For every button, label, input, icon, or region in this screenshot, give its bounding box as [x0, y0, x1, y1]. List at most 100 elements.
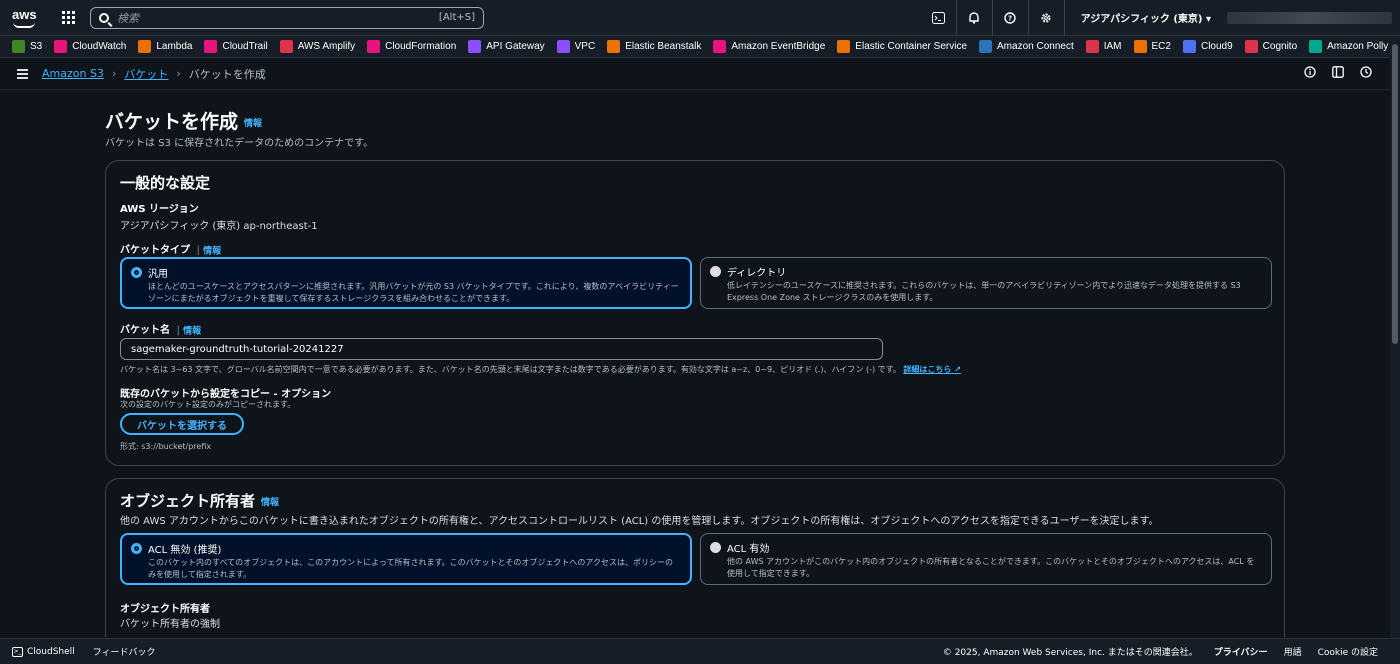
bucket-type-label: バケットタイプ | 情報: [120, 245, 222, 257]
chevron-right-icon: ›: [111, 67, 117, 80]
bucket-type-info-link[interactable]: 情報: [203, 247, 221, 257]
favorite-aws-amplify[interactable]: AWS Amplify: [279, 40, 356, 53]
service-icon: [556, 40, 570, 53]
page-title-text: バケットを作成: [105, 111, 239, 133]
favorite-elastic-container-service[interactable]: Elastic Container Service: [837, 40, 967, 53]
radio-selected[interactable]: [131, 267, 142, 278]
bucket-type-directory-option[interactable]: ディレクトリ 低レイテンシーのユースケースに推奨されます。これらのバケットは、単…: [700, 257, 1272, 309]
terms-link[interactable]: 用語: [1284, 645, 1302, 658]
cloudshell-button[interactable]: >_ CloudShell: [12, 646, 75, 657]
favorite-amazon-eventbridge[interactable]: Amazon EventBridge: [713, 40, 825, 53]
service-icon: [1244, 40, 1258, 53]
service-icon: [607, 40, 621, 53]
help-icon[interactable]: ?: [993, 0, 1029, 36]
object-ownership-heading-text: オブジェクト所有者: [120, 492, 256, 510]
settings-gear-icon[interactable]: [1029, 0, 1065, 36]
chevron-right-icon: ›: [176, 67, 181, 80]
favorite-label: Lambda: [156, 41, 193, 52]
service-icon: [1182, 40, 1196, 53]
favorite-api-gateway[interactable]: API Gateway: [468, 40, 545, 53]
bucket-name-label-text: バケット名: [120, 325, 170, 336]
favorite-cloudtrail[interactable]: CloudTrail: [204, 40, 268, 53]
cookie-settings-link[interactable]: Cookie の設定: [1318, 645, 1378, 658]
favorite-elastic-beanstalk[interactable]: Elastic Beanstalk: [607, 40, 701, 53]
favorite-cognito[interactable]: Cognito: [1244, 40, 1298, 53]
account-menu[interactable]: [1227, 11, 1392, 24]
aws-logo[interactable]: aws: [12, 7, 40, 29]
service-icon: [279, 40, 293, 53]
page-scrollbar[interactable]: [1390, 36, 1400, 638]
acl-enabled-option[interactable]: ACL 有効 他の AWS アカウントがこのバケット内のオブジェクトの所有者とな…: [700, 533, 1272, 585]
acl-enabled-title: ACL 有効: [727, 544, 770, 555]
bucket-name-input[interactable]: sagemaker-groundtruth-tutorial-20241227: [120, 338, 883, 360]
general-settings-panel: 一般的な設定 AWS リージョン アジアパシフィック (東京) ap-north…: [105, 160, 1285, 466]
bucket-name-info-link[interactable]: 情報: [183, 327, 201, 337]
external-link-icon: ↗: [954, 365, 961, 374]
object-owner-label: オブジェクト所有者: [120, 604, 210, 615]
menu-hamburger-icon[interactable]: [17, 67, 28, 81]
favorite-label: API Gateway: [486, 41, 545, 52]
favorite-ec2[interactable]: EC2: [1133, 40, 1171, 53]
favorite-amazon-connect[interactable]: Amazon Connect: [979, 40, 1074, 53]
side-panel-toggle-icon[interactable]: [1332, 66, 1344, 81]
favorite-label: CloudFormation: [385, 41, 457, 52]
bucket-name-hint-text: バケット名は 3~63 文字で、グローバル名前空間内で一意である必要があります。…: [120, 365, 901, 374]
main-content: バケットを作成 情報 バケットは S3 に保存されたデータのためのコンテナです。 …: [0, 91, 1390, 637]
aws-logo-text: aws: [12, 6, 37, 22]
search-placeholder: 検索: [117, 11, 139, 25]
copy-settings-label: 既存のバケットから設定をコピー - オプション: [120, 389, 332, 400]
cloudshell-icon[interactable]: [921, 0, 957, 36]
radio-unselected[interactable]: [710, 266, 721, 277]
bucket-name-label: バケット名 | 情報: [120, 325, 202, 337]
page-title: バケットを作成 情報: [105, 107, 262, 134]
breadcrumb-buckets[interactable]: バケット: [124, 66, 168, 82]
ownership-info-link[interactable]: 情報: [261, 498, 279, 508]
favorite-cloudwatch[interactable]: CloudWatch: [54, 40, 126, 53]
privacy-link[interactable]: プライバシー: [1214, 645, 1268, 658]
service-icon: [837, 40, 851, 53]
favorite-lambda[interactable]: Lambda: [138, 40, 192, 53]
favorite-iam[interactable]: IAM: [1085, 40, 1122, 53]
learn-more-link-text: 詳細はこちら: [903, 365, 952, 374]
choose-bucket-button[interactable]: バケットを選択する: [120, 413, 244, 435]
copy-settings-desc: 次の設定のバケット設定のみがコピーされます。: [120, 400, 296, 409]
acl-disabled-title: ACL 無効 (推奨): [148, 545, 222, 556]
cloudshell-label: CloudShell: [27, 646, 75, 657]
learn-more-link[interactable]: 詳細はこちら ↗: [903, 365, 961, 374]
favorite-amazon-polly[interactable]: Amazon Polly: [1309, 40, 1388, 53]
info-link[interactable]: 情報: [244, 119, 262, 129]
service-icon: [204, 40, 218, 53]
favorite-cloudformation[interactable]: CloudFormation: [367, 40, 456, 53]
copyright-text: © 2025, Amazon Web Services, Inc. またはその関…: [942, 648, 1198, 658]
notifications-bell-icon[interactable]: [957, 0, 993, 36]
radio-unselected[interactable]: [710, 542, 721, 553]
favorite-label: Elastic Beanstalk: [625, 41, 702, 52]
scrollbar-thumb[interactable]: [1392, 44, 1398, 344]
favorite-label: EC2: [1151, 41, 1171, 52]
service-icon: [1085, 40, 1099, 53]
acl-enabled-desc: 他の AWS アカウントがこのバケット内のオブジェクトの所有者となることができま…: [727, 557, 1255, 578]
acl-disabled-option[interactable]: ACL 無効 (推奨) このバケット内のすべてのオブジェクトは、このアカウントに…: [120, 533, 692, 585]
region-selector[interactable]: アジアパシフィック (東京) ▾: [1065, 10, 1227, 25]
breadcrumb: Amazon S3 › バケット › バケットを作成: [42, 66, 266, 82]
service-icon: [54, 40, 68, 53]
favorite-s3[interactable]: S3: [12, 40, 42, 53]
bucket-type-directory-title: ディレクトリ: [727, 268, 787, 279]
favorites-bar: S3 CloudWatch Lambda CloudTrail AWS Amplify C…: [0, 36, 1390, 58]
favorite-label: AWS Amplify: [297, 41, 356, 52]
radio-selected[interactable]: [131, 543, 142, 554]
feedback-link[interactable]: フィードバック: [93, 645, 156, 658]
search-shortcut-hint: [Alt+S]: [438, 12, 475, 23]
bucket-type-general-option[interactable]: 汎用 ほとんどのユースケースとアクセスパターンに推奨されます。汎用バケットが元の…: [120, 257, 692, 309]
info-icon[interactable]: [1304, 66, 1316, 81]
services-grid-icon[interactable]: [62, 10, 76, 25]
favorite-vpc[interactable]: VPC: [556, 40, 595, 53]
breadcrumb-bar: Amazon S3 › バケット › バケットを作成: [0, 58, 1390, 90]
search-input[interactable]: 検索 [Alt+S]: [90, 6, 484, 29]
breadcrumb-amazon-s3[interactable]: Amazon S3: [42, 67, 104, 80]
favorite-label: Cognito: [1262, 41, 1298, 52]
favorite-label: Amazon Polly: [1327, 41, 1389, 52]
history-clock-icon[interactable]: [1360, 66, 1372, 81]
favorite-cloud9[interactable]: Cloud9: [1182, 40, 1233, 53]
service-icon: [1309, 40, 1323, 53]
